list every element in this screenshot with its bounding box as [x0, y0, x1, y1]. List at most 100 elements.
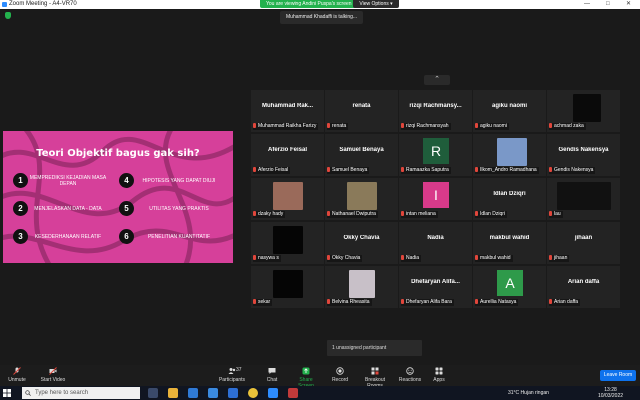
slide-item: 5 UTILITAS YANG PRAKTIS — [119, 201, 224, 216]
participant-name: makbul wahid — [480, 255, 511, 261]
task-view-icon[interactable] — [148, 388, 158, 398]
view-options-dropdown[interactable]: View Options ▾ — [353, 0, 399, 8]
participant-tile[interactable]: Idlan Dziqri Idlan Dziqri — [473, 178, 546, 220]
participant-tile[interactable]: Nathanael Dwiputra — [325, 178, 398, 220]
participant-tile[interactable]: Ilkom_Andro Ramadhana — [473, 134, 546, 176]
participant-tile[interactable]: nasywa s — [251, 222, 324, 264]
participant-name: Arian daffa — [554, 299, 579, 305]
shared-screen-slide: Teori Objektif bagus gak sih? 1 MEMPREDI… — [3, 131, 233, 263]
start-video-button[interactable]: Start Video — [40, 367, 66, 383]
reactions-button[interactable]: Reactions — [398, 367, 422, 383]
muted-mic-icon — [253, 299, 256, 304]
participant-tile[interactable]: renata renata — [325, 90, 398, 132]
participant-tile[interactable]: dzaky hady — [251, 178, 324, 220]
start-video-label: Start Video — [40, 377, 66, 383]
participants-label: Participants — [218, 377, 246, 383]
slide-item-number: 2 — [13, 201, 28, 216]
participant-name: Belvina Rheasita — [332, 299, 370, 305]
participant-label: lau — [549, 211, 563, 218]
participant-display-name: Idlan Dziqri — [493, 191, 526, 197]
muted-mic-icon — [401, 299, 404, 304]
participant-tile[interactable]: Aferzio Feisal Aferzio Feisal — [251, 134, 324, 176]
participant-video — [573, 94, 601, 122]
participant-tile[interactable]: agiku naomi agiku naomi — [473, 90, 546, 132]
apps-button[interactable]: Apps — [431, 367, 447, 383]
participant-display-name: Gendis Nakensya — [558, 147, 609, 153]
participant-tile[interactable]: Muhammad Rak... Muhammad Raikha Farizy — [251, 90, 324, 132]
participant-tile[interactable]: lau — [547, 178, 620, 220]
leave-room-button[interactable]: Leave Room — [600, 370, 636, 381]
muted-mic-icon — [549, 255, 552, 260]
participant-tile[interactable]: Arian daffa Arian daffa — [547, 266, 620, 308]
search-icon — [25, 390, 31, 396]
windows-start-icon[interactable] — [3, 389, 11, 397]
participant-video — [349, 270, 375, 298]
muted-mic-icon — [327, 123, 330, 128]
edge-browser-icon[interactable] — [188, 388, 198, 398]
slide-item-number: 3 — [13, 229, 28, 244]
participant-label: renata — [327, 123, 349, 130]
store-icon[interactable] — [208, 388, 218, 398]
minimize-button[interactable]: — — [584, 0, 590, 9]
participants-button[interactable]: 37 Participants — [218, 367, 246, 383]
weather-widget[interactable]: 31°C Hujan ringan — [508, 386, 549, 400]
mail-icon[interactable] — [228, 388, 238, 398]
participant-tile[interactable]: A Aurellia Natasya — [473, 266, 546, 308]
participant-tile[interactable]: R Ramaazka Saputra — [399, 134, 472, 176]
participant-display-name: Okky Chavia — [343, 235, 380, 241]
muted-mic-icon — [253, 167, 256, 172]
participant-label: Muhammad Raikha Farizy — [253, 123, 319, 130]
app-taskbar-icon[interactable] — [288, 388, 298, 398]
participant-tile[interactable]: Gendis Nakensya Gendis Nakensya — [547, 134, 620, 176]
participant-label: Nathanael Dwiputra — [327, 211, 378, 218]
slide-item-text: MEMPREDIKSI KEJADIAN MASA DEPAN — [29, 174, 107, 187]
taskbar-clock[interactable]: 13:28 10/03/2022 — [598, 387, 623, 399]
muted-mic-icon — [401, 123, 404, 128]
slide-title: Teori Objektif bagus gak sih? — [36, 148, 200, 159]
participant-tile[interactable]: Belvina Rheasita — [325, 266, 398, 308]
participant-name: Okky Chavia — [332, 255, 361, 261]
participant-label: achmad zaka — [549, 123, 586, 130]
muted-mic-icon — [327, 299, 330, 304]
participant-tile[interactable]: Samuel Benaya Samuel Benaya — [325, 134, 398, 176]
taskbar-search-input[interactable]: Type here to search — [22, 387, 140, 399]
chevron-up-icon[interactable]: ⌃ — [424, 75, 450, 85]
record-button[interactable]: Record — [331, 367, 349, 383]
participant-tile[interactable]: achmad zaka — [547, 90, 620, 132]
active-speaker-indicator: Muhammad Khadaffi is talking... — [280, 11, 364, 24]
slide-item-text: KESEDERHANAAN RELATIF — [34, 233, 102, 240]
participant-display-name: Muhammad Rak... — [261, 103, 313, 109]
security-shield-icon[interactable] — [5, 12, 11, 19]
participant-name: sekar — [258, 299, 271, 305]
file-explorer-icon[interactable] — [168, 388, 178, 398]
participant-tile[interactable]: jihaan jihaan — [547, 222, 620, 264]
participant-tile[interactable]: makbul wahid makbul wahid — [473, 222, 546, 264]
chat-button[interactable]: Chat — [264, 367, 280, 383]
participant-label: intan meliana — [401, 211, 438, 218]
unmute-button[interactable]: Unmute — [6, 367, 28, 383]
participant-tile[interactable]: Nadia Nadia — [399, 222, 472, 264]
participant-name: Samuel Benaya — [332, 167, 368, 173]
slide-item-text: MENJELASKAN DATA - DATA — [34, 205, 102, 212]
participant-name: Nadia — [406, 255, 420, 261]
unassigned-participant-notice[interactable]: 1 unassigned participant — [327, 340, 422, 356]
participant-display-name: Nadia — [427, 235, 444, 241]
close-button[interactable]: ✕ — [626, 0, 631, 9]
zoom-taskbar-icon[interactable] — [268, 388, 278, 398]
participant-label: Okky Chavia — [327, 255, 363, 262]
muted-mic-icon — [549, 211, 552, 216]
search-placeholder: Type here to search — [35, 390, 89, 396]
chrome-icon[interactable] — [248, 388, 258, 398]
participant-label: Arian daffa — [549, 299, 581, 306]
participant-label: sekar — [253, 299, 273, 306]
video-off-icon — [49, 367, 57, 375]
participant-tile[interactable]: Okky Chavia Okky Chavia — [325, 222, 398, 264]
participant-tile[interactable]: rizqi Rachmansy... rizqi Rachmansyah — [399, 90, 472, 132]
muted-mic-icon — [327, 167, 330, 172]
maximize-button[interactable]: □ — [606, 0, 610, 9]
participant-label: nasywa s — [253, 255, 281, 262]
participant-tile[interactable]: sekar — [251, 266, 324, 308]
participant-tile[interactable]: Dhefaryan Alifa... Dhefaryan Alifa Bara — [399, 266, 472, 308]
slide-item: 4 HIPOTESIS YANG DAPAT DIUJI — [119, 173, 224, 188]
participant-tile[interactable]: I intan meliana — [399, 178, 472, 220]
